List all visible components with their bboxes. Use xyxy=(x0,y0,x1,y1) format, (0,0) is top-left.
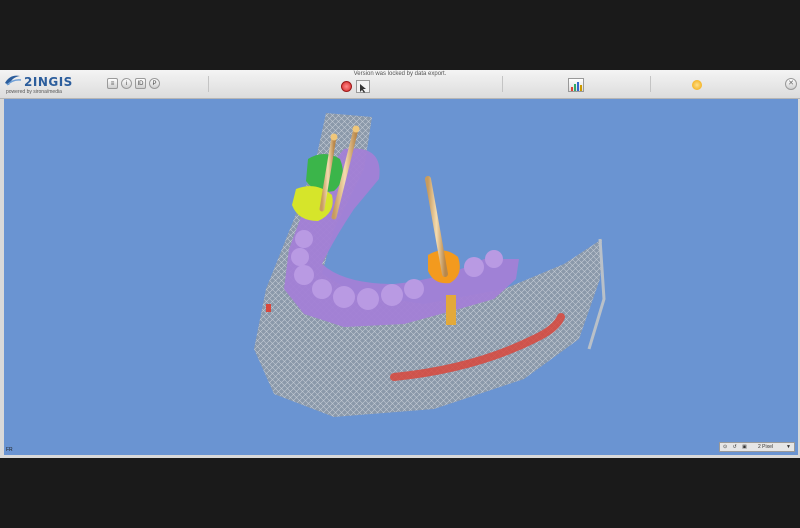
3d-viewport[interactable]: FR ⊙ ↺ ▣ 2 Pixel ▼ xyxy=(4,99,798,455)
sun-icon[interactable] xyxy=(692,80,702,90)
toolbar-divider xyxy=(650,76,651,92)
logo-text: 2INGIS xyxy=(24,75,73,89)
close-icon[interactable]: ✕ xyxy=(785,78,797,90)
render-mode-select[interactable]: 2 Pixel xyxy=(758,443,773,451)
chevron-down-icon[interactable]: ▼ xyxy=(786,443,791,451)
application-window: 2INGIS powered by sirona/media ≡ i ID P … xyxy=(0,70,800,458)
toolbar-divider xyxy=(502,76,503,92)
toolbar: 2INGIS powered by sirona/media ≡ i ID P … xyxy=(0,70,800,99)
jaw-3d-scene[interactable] xyxy=(4,99,798,455)
id-icon[interactable]: ID xyxy=(135,78,146,89)
logo-subtext: powered by sirona/media xyxy=(6,89,62,95)
status-message: Version was locked by data export. xyxy=(353,71,447,77)
view-corner-label: FR xyxy=(6,447,13,453)
record-icon[interactable] xyxy=(341,81,352,92)
nerve-marker xyxy=(266,304,271,312)
panorama-chart-icon[interactable] xyxy=(568,78,584,92)
list-icon[interactable]: ≡ xyxy=(107,78,118,89)
info-icon[interactable]: i xyxy=(121,78,132,89)
implant-body xyxy=(446,295,456,325)
pointer-icon[interactable] xyxy=(356,80,370,93)
toolbar-divider xyxy=(208,76,209,92)
view-tool-icons[interactable]: ⊙ ↺ ▣ xyxy=(723,443,749,451)
group-icon[interactable]: P xyxy=(149,78,160,89)
view-control[interactable]: ⊙ ↺ ▣ 2 Pixel ▼ xyxy=(719,442,795,452)
